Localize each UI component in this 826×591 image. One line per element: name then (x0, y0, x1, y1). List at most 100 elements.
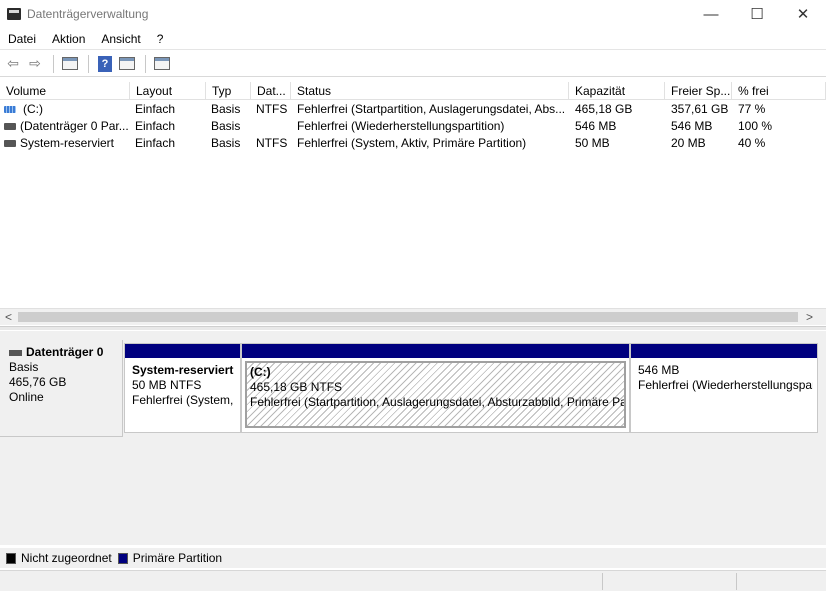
cell-typ: Basis (211, 136, 241, 150)
partition-status: Fehlerfrei (System, Aktiv, Primäre Parti… (132, 393, 236, 407)
column-typ[interactable]: Typ (206, 82, 251, 100)
window-controls: — ☐ ✕ (688, 0, 826, 28)
volume-c-icon (4, 106, 16, 113)
primary-partition-bar (242, 344, 629, 358)
back-arrow-icon: ⇦ (7, 55, 19, 71)
toolbar: ⇦ ⇨ ? (0, 51, 826, 77)
console-tree-button[interactable] (60, 54, 80, 74)
partition-size: 465,18 GB NTFS (250, 380, 343, 394)
cell-kapazitaet: 50 MB (575, 136, 610, 150)
legend-label-unallocated: Nicht zugeordnet (21, 551, 112, 565)
pane-splitter[interactable] (0, 326, 826, 330)
cell-status: Fehlerfrei (System, Aktiv, Primäre Parti… (297, 136, 527, 150)
table-row[interactable]: System-reserviert Einfach Basis NTFS Feh… (0, 135, 826, 152)
action-pane-icon (119, 57, 135, 70)
partition-size: 50 MB NTFS (132, 378, 202, 392)
cell-layout: Einfach (135, 136, 176, 150)
table-row[interactable]: (C:) Einfach Basis NTFS Fehlerfrei (Star… (0, 101, 826, 118)
partition-body: 546 MB Fehlerfrei (Wiederherstellungspar… (635, 361, 813, 428)
partition-recovery[interactable]: 546 MB Fehlerfrei (Wiederherstellungspar… (630, 343, 818, 433)
partition-system-reserved[interactable]: System-reserviert 50 MB NTFS Fehlerfrei … (124, 343, 241, 433)
disk-state: Online (9, 390, 44, 404)
cell-kapazitaet: 546 MB (575, 119, 617, 133)
menu-aktion[interactable]: Aktion (44, 32, 93, 46)
properties-icon (154, 57, 170, 70)
volume-icon (4, 140, 16, 147)
partition-size: 546 MB (638, 363, 680, 377)
cell-volume: (Datenträger 0 Par... (20, 119, 128, 133)
disk-type: Basis (9, 360, 39, 374)
cell-layout: Einfach (135, 102, 176, 116)
column-prozent-frei[interactable]: % frei (732, 82, 826, 100)
window-title: Datenträgerverwaltung (27, 7, 149, 21)
column-status[interactable]: Status (291, 82, 569, 100)
column-volume[interactable]: Volume (0, 82, 130, 100)
cell-status: Fehlerfrei (Startpartition, Auslagerungs… (297, 102, 566, 116)
primary-partition-bar (125, 344, 240, 358)
partition-body-selected: (C:) 465,18 GB NTFS Fehlerfrei (Startpar… (245, 361, 626, 428)
column-dateisystem[interactable]: Dat... (251, 82, 291, 100)
column-freier-speicher[interactable]: Freier Sp... (665, 82, 732, 100)
partition-status: Fehlerfrei (Wiederherstellungspartition) (638, 378, 813, 392)
cell-volume: System-reserviert (20, 136, 115, 150)
column-layout[interactable]: Layout (130, 82, 206, 100)
primary-partition-bar (631, 344, 817, 358)
toolbar-separator (88, 54, 89, 73)
scroll-right-arrow-icon[interactable]: > (801, 309, 818, 326)
back-button[interactable]: ⇦ (3, 54, 23, 74)
legend-label-primary: Primäre Partition (132, 551, 223, 565)
toolbar-separator (145, 54, 146, 73)
legend-swatch-unallocated (6, 552, 16, 564)
menu-bar: Datei Aktion Ansicht ? (0, 28, 826, 50)
cell-prozent-frei: 40 % (738, 136, 766, 150)
partition-name: System-reserviert (132, 363, 234, 377)
status-bar-separator (602, 573, 603, 590)
cell-freier-speicher: 546 MB (671, 119, 713, 133)
status-bar (0, 570, 826, 591)
forward-arrow-icon: ⇨ (29, 55, 41, 71)
cell-volume: (C:) (23, 102, 43, 116)
cell-freier-speicher: 357,61 GB (671, 102, 729, 116)
close-button[interactable]: ✕ (780, 0, 826, 28)
cell-prozent-frei: 77 % (738, 102, 766, 116)
cell-prozent-frei: 100 % (738, 119, 773, 133)
cell-layout: Einfach (135, 119, 176, 133)
toolbar-separator (53, 54, 54, 73)
cell-kapazitaet: 465,18 GB (575, 102, 633, 116)
menu-datei[interactable]: Datei (0, 32, 44, 46)
cell-dateisystem: NTFS (256, 102, 288, 116)
legend: Nicht zugeordnet Primäre Partition (0, 548, 826, 568)
table-row[interactable]: (Datenträger 0 Par... Einfach Basis Fehl… (0, 118, 826, 135)
disk-label[interactable]: Datenträger 0 Basis 465,76 GB Online (0, 340, 123, 437)
status-bar-separator (736, 573, 737, 590)
legend-swatch-primary (117, 552, 128, 564)
maximize-button[interactable]: ☐ (734, 0, 780, 28)
help-icon: ? (98, 55, 112, 72)
volume-list: Volume Layout Typ Dat... Status Kapazitä… (0, 82, 826, 326)
column-header: Volume Layout Typ Dat... Status Kapazitä… (0, 82, 826, 100)
help-button[interactable]: ? (95, 54, 115, 74)
cell-status: Fehlerfrei (Wiederherstellungspartition) (297, 119, 505, 133)
partition-name: (C:) (250, 365, 271, 379)
menu-help[interactable]: ? (149, 32, 172, 46)
disk-graphical-view: Datenträger 0 Basis 465,76 GB Online Sys… (0, 331, 826, 545)
column-kapazitaet[interactable]: Kapazität (569, 82, 665, 100)
disk-management-app-icon (7, 8, 21, 20)
disk-size: 465,76 GB (9, 375, 67, 389)
cell-dateisystem: NTFS (256, 136, 288, 150)
minimize-button[interactable]: — (688, 0, 734, 28)
scrollbar-thumb[interactable] (18, 312, 798, 322)
cell-freier-speicher: 20 MB (671, 136, 706, 150)
title-bar: Datenträgerverwaltung — ☐ ✕ (0, 0, 826, 28)
properties-button[interactable] (152, 54, 172, 74)
cell-typ: Basis (211, 119, 241, 133)
action-pane-button[interactable] (117, 54, 137, 74)
horizontal-scrollbar[interactable]: < > (0, 308, 826, 325)
scroll-left-arrow-icon[interactable]: < (0, 309, 17, 326)
forward-button[interactable]: ⇨ (25, 54, 45, 74)
menu-ansicht[interactable]: Ansicht (93, 32, 148, 46)
disk-name: Datenträger 0 (9, 345, 122, 360)
volume-icon (4, 123, 16, 130)
partition-c[interactable]: (C:) 465,18 GB NTFS Fehlerfrei (Startpar… (241, 343, 630, 433)
partition-body: System-reserviert 50 MB NTFS Fehlerfrei … (129, 361, 236, 428)
